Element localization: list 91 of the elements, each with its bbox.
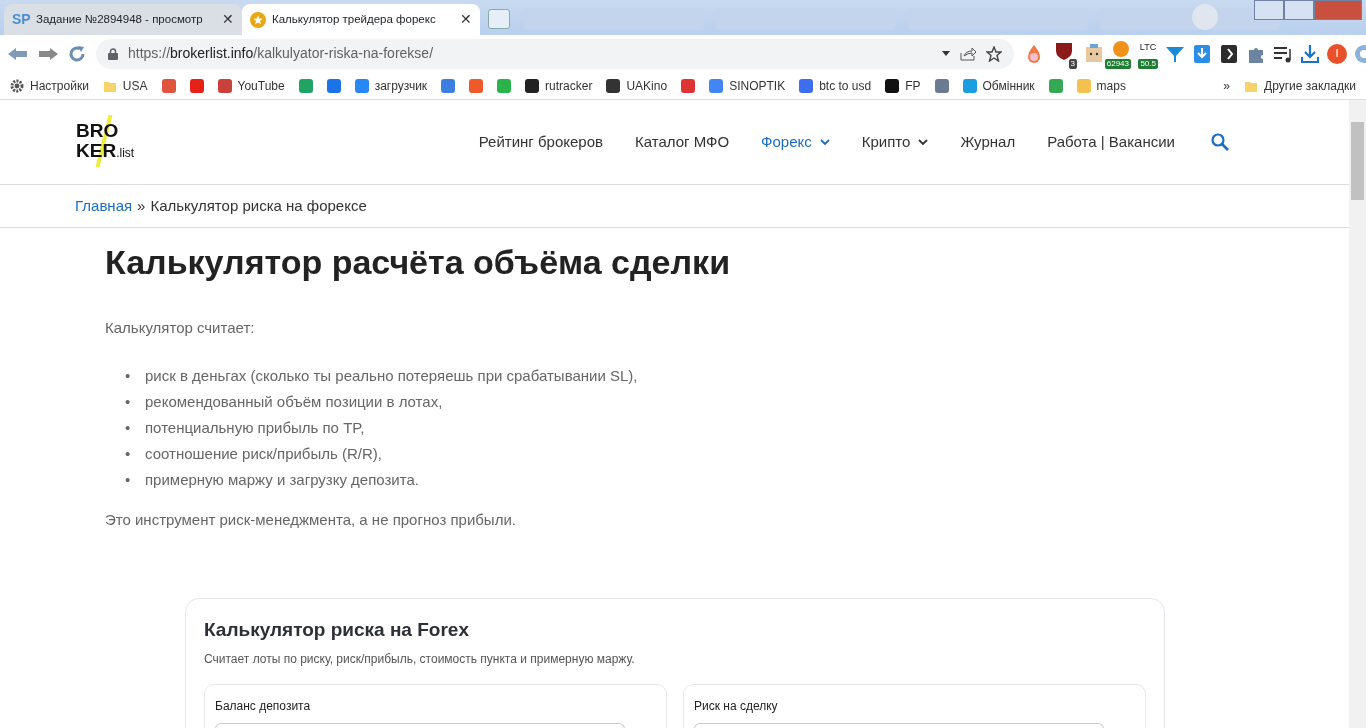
browser-tab[interactable]: SP Задание №2894948 - просмотр ✕ [4, 4, 242, 35]
share-icon[interactable] [960, 46, 976, 61]
site-icon [217, 78, 232, 93]
site-icon [885, 78, 900, 93]
profile-avatar[interactable]: I [1327, 43, 1347, 64]
bookmark-icon[interactable] [326, 78, 341, 93]
breadcrumb-current: Калькулятор риска на форексе [150, 195, 367, 216]
list-item: риск в деньгах (сколько ты реально потеряешь при срабатывании SL), [145, 367, 638, 385]
bookmark-icon[interactable] [441, 78, 456, 93]
bullet-marker: • [125, 392, 132, 413]
nav-link[interactable]: Рейтинг брокеров [478, 130, 603, 154]
list-item: соотношение риск/прибыль (R/R), [145, 445, 382, 463]
close-button[interactable]: ✕ [222, 9, 234, 30]
nav-link[interactable]: Форекс [761, 130, 830, 154]
minimize-button[interactable] [1254, 0, 1284, 20]
bookmark-icon[interactable] [1048, 78, 1063, 93]
reload-icon[interactable] [68, 44, 86, 63]
tab-title: Задание №2894948 - просмотр [36, 11, 204, 27]
restore-button[interactable] [1284, 0, 1314, 20]
bullet-marker: • [125, 444, 132, 465]
bullet-marker: • [125, 366, 132, 387]
bookmark[interactable]: FP [885, 76, 921, 95]
star-outline-icon[interactable] [986, 45, 1002, 62]
calculator-title: Калькулятор риска на Forex [204, 618, 470, 642]
scroll-thumb[interactable] [1351, 122, 1364, 200]
ticker-extension[interactable]: LTC [1139, 40, 1157, 54]
bookmark-icon[interactable] [469, 78, 484, 93]
back-arrow-icon[interactable] [8, 46, 28, 61]
site-icon [799, 78, 814, 93]
other-bookmarks[interactable]: Другие закладки [1244, 76, 1356, 95]
square-icon[interactable] [1219, 43, 1239, 64]
site-favicon: SP [12, 10, 30, 29]
lock-icon [108, 47, 118, 60]
site-icon [709, 78, 724, 93]
forward-arrow-icon[interactable] [38, 46, 58, 61]
bookmark[interactable]: USA [102, 76, 148, 95]
close-button[interactable]: ✕ [460, 9, 472, 30]
download-icon[interactable] [1300, 43, 1320, 64]
bullet-marker: • [125, 418, 132, 439]
nav-link[interactable]: Журнал [960, 130, 1016, 154]
page-title: Калькулятор расчёта объёма сделки [105, 242, 732, 283]
nav-link[interactable]: Каталог МФО [635, 130, 730, 154]
intro-text: Калькулятор считает: [105, 317, 256, 338]
site-icon [606, 78, 621, 93]
gear-icon [10, 78, 24, 93]
note-text: Это инструмент риск-менеджмента, а не прогноз прибыли. [105, 510, 517, 531]
bookmarks-overflow-button[interactable]: » [1223, 76, 1231, 95]
breadcrumb-link[interactable]: Главная [75, 194, 133, 218]
bookmark[interactable]: btc to usd [799, 76, 872, 95]
bookmark[interactable]: SINOPTIK [709, 76, 786, 95]
field-label: Баланс депозита [215, 697, 312, 715]
scrollbar[interactable] [1349, 100, 1366, 728]
list-item: примерную маржу и загрузку депозита. [145, 471, 419, 489]
new-tab-button[interactable] [488, 9, 510, 29]
bookmark[interactable]: загрузчик [354, 76, 428, 95]
bookmark[interactable]: UAKino [606, 76, 668, 95]
address-bar[interactable]: https://brokerlist.info/kalkulyator-riska-na-forekse/ [96, 38, 1014, 69]
bookmark-icon[interactable] [934, 78, 949, 93]
extension-badge: 3 [1068, 58, 1077, 69]
search-icon[interactable] [1211, 133, 1229, 151]
download-box-icon[interactable] [1192, 43, 1212, 64]
extension-badge: 62943 [1104, 58, 1131, 69]
bookmark[interactable]: Обмінник [962, 76, 1035, 95]
site-icon [1076, 78, 1091, 93]
box-face-icon[interactable] [1084, 43, 1104, 64]
bookmark[interactable]: rutracker [525, 76, 593, 95]
field-label: Риск на сделку [694, 697, 779, 715]
bookmark-icon[interactable] [298, 78, 313, 93]
nav-link[interactable]: Крипто [861, 130, 929, 154]
dropdown-caret-icon[interactable] [942, 51, 950, 56]
bookmark[interactable]: YouTube [217, 76, 285, 95]
bookmark-icon[interactable] [681, 78, 696, 93]
bullet-marker: • [125, 470, 132, 491]
calculator-subtitle: Считает лоты по риску, риск/прибыль, стоимость пункта и примерную маржу. [204, 650, 636, 668]
shield-icon[interactable] [1054, 40, 1074, 61]
tab-title: Калькулятор трейдера форекс [272, 11, 437, 27]
bookmark-icon[interactable] [161, 78, 176, 93]
site-icon [354, 78, 369, 93]
bookmark-icon[interactable] [497, 78, 512, 93]
extension-badge: 50.5 [1138, 58, 1158, 69]
list-item: рекомендованный объём позиции в лотах, [145, 393, 443, 411]
site-icon [525, 78, 540, 93]
nav-link[interactable]: Работа | Вакансии [1047, 130, 1175, 154]
site-icon [962, 78, 977, 93]
list-item: потенциальную прибыль по TP, [145, 419, 365, 437]
bookmark-icon[interactable] [189, 78, 204, 93]
breadcrumb-separator: » [137, 195, 146, 216]
browser-tab[interactable]: Калькулятор трейдера форекс ✕ [242, 4, 480, 35]
bookmark[interactable]: maps [1076, 76, 1126, 95]
url-text: https://brokerlist.info/kalkulyator-riska-na-forekse/ [128, 44, 435, 63]
bookmark[interactable]: Настройки [10, 76, 89, 95]
